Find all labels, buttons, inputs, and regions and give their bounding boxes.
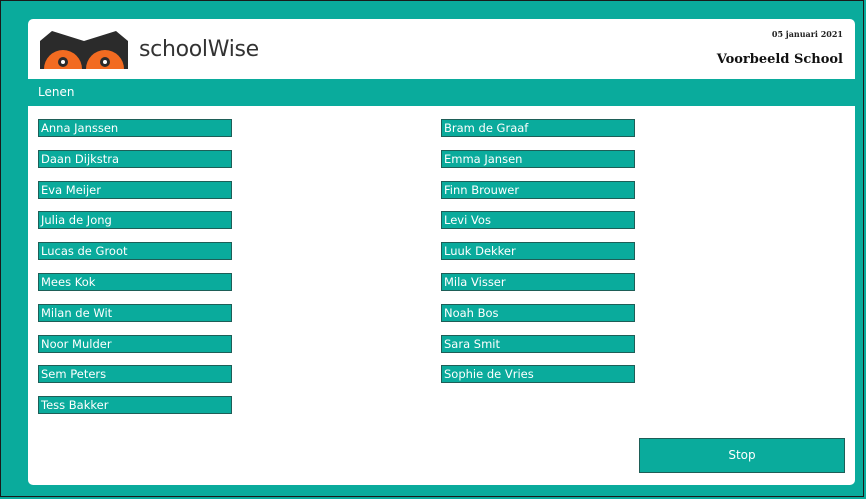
owl-eyes-logo-icon [40,31,128,69]
student-button[interactable]: Tess Bakker [38,396,232,414]
brand-name: schoolWise [139,37,259,62]
student-button[interactable]: Milan de Wit [38,304,232,322]
current-date: 05 januari 2021 [771,29,843,39]
student-button[interactable]: Anna Janssen [38,119,232,137]
student-button[interactable]: Sophie de Vries [441,365,635,383]
student-button[interactable]: Noah Bos [441,304,635,322]
student-button[interactable]: Julia de Jong [38,211,232,229]
student-button[interactable]: Emma Jansen [441,150,635,168]
student-button[interactable]: Eva Meijer [38,181,232,199]
student-button[interactable]: Lucas de Groot [38,242,232,260]
student-button[interactable]: Sem Peters [38,365,232,383]
student-button[interactable]: Noor Mulder [38,335,232,353]
student-button[interactable]: Levi Vos [441,211,635,229]
main-panel: schoolWise 05 januari 2021 Voorbeeld Sch… [28,19,855,485]
student-button[interactable]: Luuk Dekker [441,242,635,260]
school-name: Voorbeeld School [716,52,843,67]
student-button[interactable]: Bram de Graaf [441,119,635,137]
student-button[interactable]: Finn Brouwer [441,181,635,199]
header: schoolWise 05 januari 2021 Voorbeeld Sch… [28,19,855,79]
student-button[interactable]: Mila Visser [441,273,635,291]
student-button[interactable]: Mees Kok [38,273,232,291]
student-button[interactable]: Daan Dijkstra [38,150,232,168]
student-button[interactable]: Sara Smit [441,335,635,353]
stop-button[interactable]: Stop [639,438,845,473]
section-title: Lenen [28,79,855,106]
